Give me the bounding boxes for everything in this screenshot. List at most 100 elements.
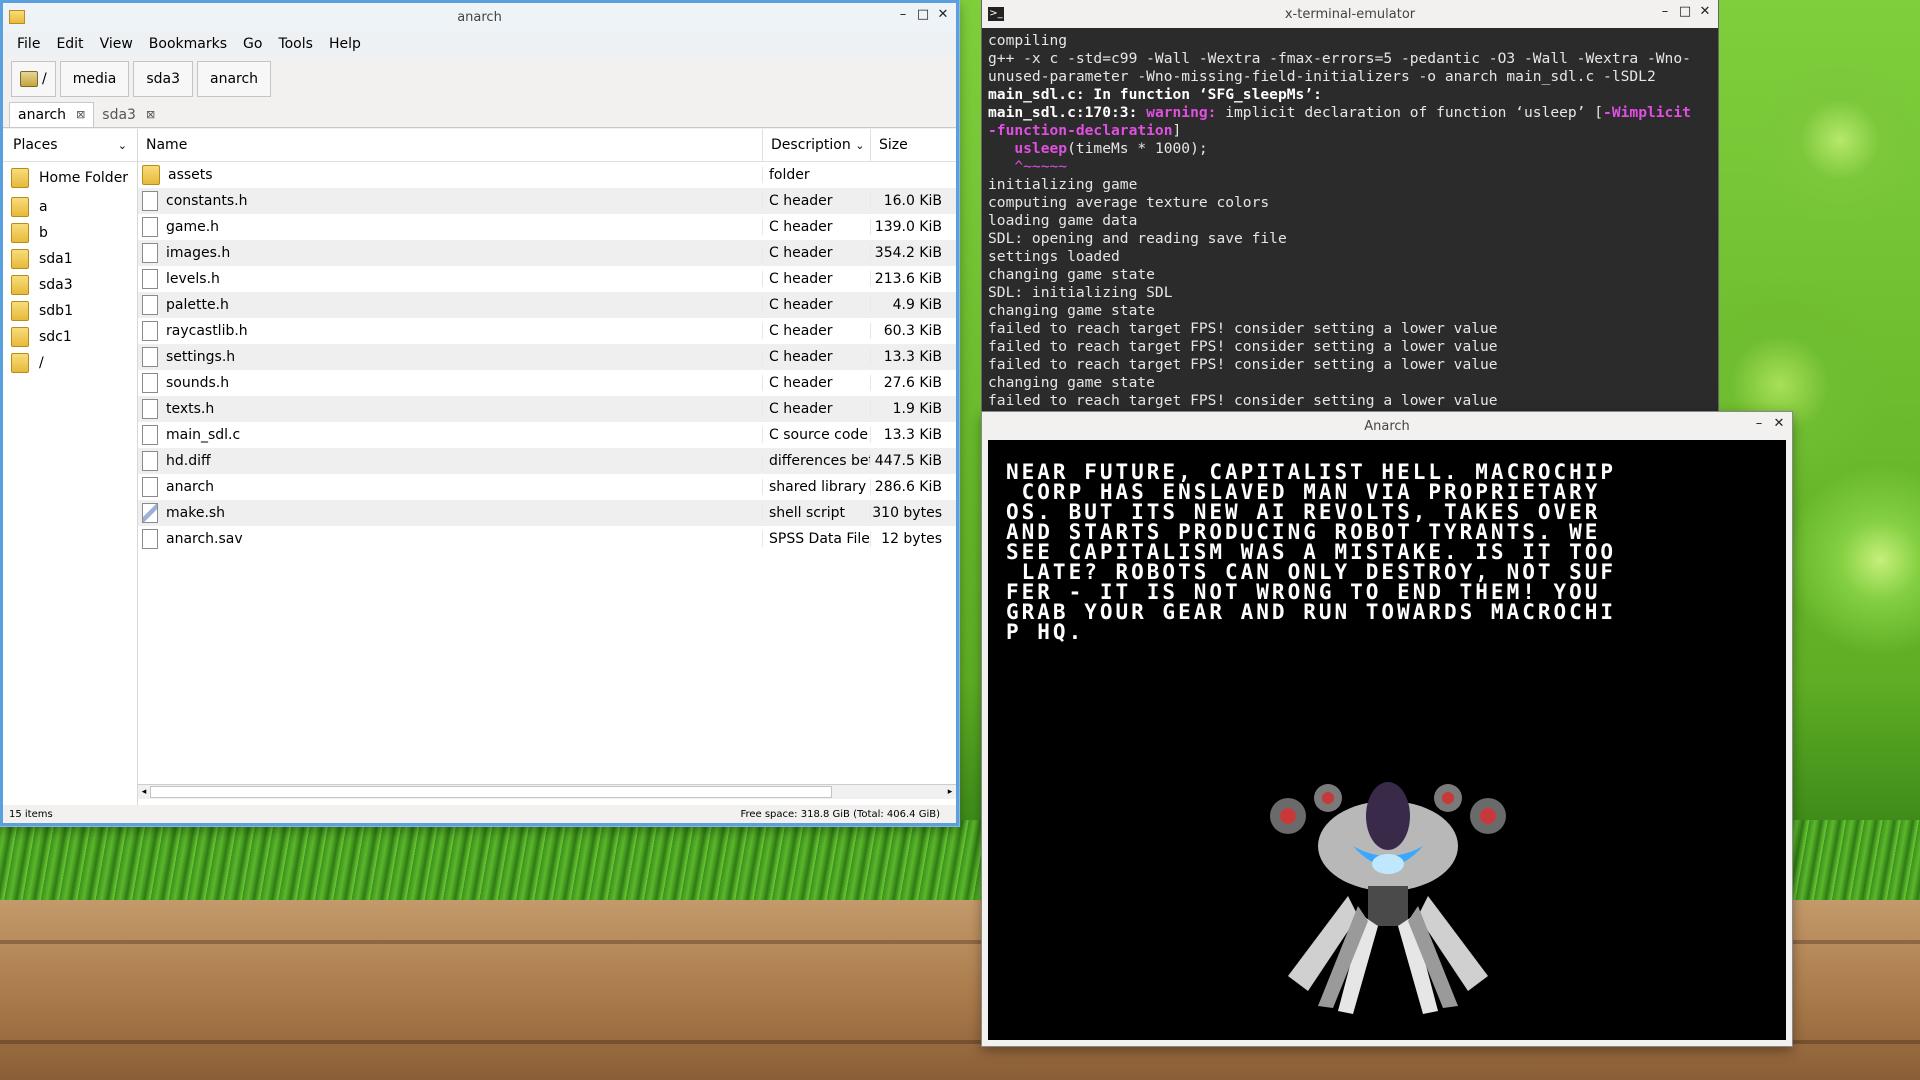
game-screen[interactable]: NEAR FUTURE, CAPITALIST HELL. MACROCHIP … <box>988 440 1786 1040</box>
terminal-line: loading game data <box>988 212 1138 229</box>
tab-close-icon[interactable]: ⊠ <box>76 103 85 127</box>
menu-go[interactable]: Go <box>235 36 270 52</box>
sidebar-item-a[interactable]: a <box>3 194 137 220</box>
menu-file[interactable]: File <box>9 36 48 52</box>
folder-icon <box>11 197 29 217</box>
table-row[interactable]: settings.h C header 13.3 KiB <box>138 344 956 370</box>
terminal-line: unused-parameter -Wno-missing-field-init… <box>988 68 1656 85</box>
tab-anarch[interactable]: anarch ⊠ <box>9 102 95 127</box>
table-row[interactable]: anarch shared library 286.6 KiB <box>138 474 956 500</box>
minimize-icon[interactable]: – <box>1658 4 1672 20</box>
table-row[interactable]: make.sh shell script 310 bytes <box>138 500 956 526</box>
sidebar-item-sdb1[interactable]: sdb1 <box>3 298 137 324</box>
table-row[interactable]: main_sdl.c C source code 13.3 KiB <box>138 422 956 448</box>
column-size[interactable]: Size <box>870 129 948 161</box>
sidebar-item-b[interactable]: b <box>3 220 137 246</box>
scrollbar-thumb[interactable] <box>150 786 832 798</box>
terminal-titlebar[interactable]: >_ x-terminal-emulator – □ ✕ <box>982 0 1718 28</box>
table-row[interactable]: palette.h C header 4.9 KiB <box>138 292 956 318</box>
sidebar-item-label: sdc1 <box>39 329 72 345</box>
maximize-icon[interactable]: □ <box>916 7 930 23</box>
terminal-line: SDL: initializing SDL <box>988 284 1173 301</box>
path-button-sda3[interactable]: sda3 <box>133 61 193 97</box>
tab-close-icon[interactable]: ⊠ <box>146 103 155 127</box>
file-size: 12 bytes <box>870 531 948 547</box>
file-description: C header <box>762 349 870 365</box>
file-description: C header <box>762 271 870 287</box>
file-name: make.sh <box>166 505 226 521</box>
file-name-cell: raycastlib.h <box>138 321 762 341</box>
table-row[interactable]: texts.h C header 1.9 KiB <box>138 396 956 422</box>
menu-view[interactable]: View <box>92 36 141 52</box>
path-button-root[interactable]: / <box>11 61 56 97</box>
file-name-cell: palette.h <box>138 295 762 315</box>
terminal-line: main_sdl.c:170:3: warning: implicit decl… <box>988 104 1691 121</box>
close-icon[interactable]: ✕ <box>1772 416 1786 432</box>
menu-tools[interactable]: Tools <box>270 36 321 52</box>
table-row[interactable]: sounds.h C header 27.6 KiB <box>138 370 956 396</box>
scroll-left-icon[interactable]: ◂ <box>138 787 150 797</box>
folder-icon <box>11 249 29 269</box>
table-row[interactable]: images.h C header 354.2 KiB <box>138 240 956 266</box>
file-name-cell: images.h <box>138 243 762 263</box>
terminal-line: changing game state <box>988 374 1155 391</box>
sidebar-item-sdc1[interactable]: sdc1 <box>3 324 137 350</box>
folder-icon <box>142 165 160 185</box>
scroll-right-icon[interactable]: ▸ <box>944 787 956 797</box>
column-description[interactable]: Description ⌄ <box>762 129 870 161</box>
minimize-icon[interactable]: – <box>1752 416 1766 432</box>
sidebar-item-sda3[interactable]: sda3 <box>3 272 137 298</box>
file-icon <box>142 269 158 289</box>
terminal-line: -function-declaration] <box>988 122 1182 139</box>
folder-icon <box>11 301 29 321</box>
close-icon[interactable]: ✕ <box>1698 4 1712 20</box>
menu-help[interactable]: Help <box>321 36 369 52</box>
terminal-line: compiling <box>988 32 1068 49</box>
path-button-media[interactable]: media <box>59 61 130 97</box>
window-title: x-terminal-emulator <box>1284 6 1416 22</box>
menu-bookmarks[interactable]: Bookmarks <box>141 36 235 52</box>
sidebar-item-sda1[interactable]: sda1 <box>3 246 137 272</box>
minimize-icon[interactable]: – <box>896 7 910 23</box>
terminal-line: g++ -x c -std=c99 -Wall -Wextra -fmax-er… <box>988 50 1691 67</box>
file-name-cell: settings.h <box>138 347 762 367</box>
folder-icon <box>11 223 29 243</box>
terminal-line: failed to reach target FPS! consider set… <box>988 392 1498 409</box>
script-icon <box>142 503 158 523</box>
menu-edit[interactable]: Edit <box>48 36 91 52</box>
file-name: images.h <box>166 245 231 261</box>
table-row[interactable]: hd.diff differences betw447.5 KiB <box>138 448 956 474</box>
game-titlebar[interactable]: Anarch – ✕ <box>982 412 1792 440</box>
file-name: anarch <box>166 479 215 495</box>
close-icon[interactable]: ✕ <box>936 7 950 23</box>
file-name-cell: anarch <box>138 477 762 497</box>
sidebar-item-label: b <box>39 225 48 241</box>
sidebar-item-root[interactable]: / <box>3 350 137 376</box>
table-row[interactable]: assets folder <box>138 162 956 188</box>
file-description: C header <box>762 193 870 209</box>
maximize-icon[interactable]: □ <box>1678 4 1692 20</box>
table-row[interactable]: raycastlib.h C header 60.3 KiB <box>138 318 956 344</box>
places-dropdown[interactable]: Places ⌄ <box>3 129 137 162</box>
file-name: constants.h <box>166 193 248 209</box>
tab-label: sda3 <box>102 107 136 123</box>
file-name: raycastlib.h <box>166 323 248 339</box>
table-row[interactable]: constants.h C header 16.0 KiB <box>138 188 956 214</box>
file-icon <box>142 529 158 549</box>
file-description: C header <box>762 401 870 417</box>
path-button-anarch[interactable]: anarch <box>197 61 272 97</box>
table-row[interactable]: anarch.sav SPSS Data File 12 bytes <box>138 526 956 552</box>
file-size: 286.6 KiB <box>870 479 948 495</box>
file-description: C header <box>762 297 870 313</box>
tab-label: anarch <box>18 107 67 123</box>
table-row[interactable]: levels.h C header 213.6 KiB <box>138 266 956 292</box>
file-manager-titlebar[interactable]: anarch – □ ✕ <box>3 3 956 31</box>
file-description: shared library <box>762 479 870 495</box>
terminal-output[interactable]: compiling g++ -x c -std=c99 -Wall -Wextra… <box>988 32 1712 412</box>
sidebar-item-home-folder[interactable]: Home Folder <box>3 162 137 194</box>
horizontal-scrollbar[interactable]: ◂ ▸ <box>138 784 956 799</box>
column-name[interactable]: Name <box>138 129 762 161</box>
path-label: media <box>72 71 117 87</box>
tab-sda3[interactable]: sda3 ⊠ <box>94 103 163 127</box>
table-row[interactable]: game.h C header 139.0 KiB <box>138 214 956 240</box>
